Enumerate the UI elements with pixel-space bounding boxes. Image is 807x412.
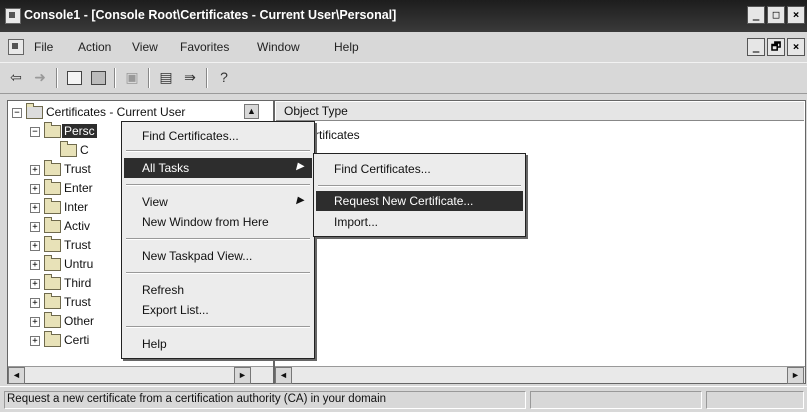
menu-bar: File Action View Favorites Window Help _…	[0, 34, 807, 60]
expand-icon[interactable]: +	[30, 298, 40, 308]
list-item-label: rtificates	[315, 128, 360, 142]
menu-action[interactable]: Action	[78, 40, 111, 54]
expand-icon[interactable]: +	[30, 317, 40, 327]
menu-help[interactable]: Help	[334, 40, 359, 54]
menu-file[interactable]: File	[34, 40, 53, 54]
maximize-button[interactable]: □	[767, 6, 785, 24]
tree-root[interactable]: − Certificates - Current User ▲	[8, 103, 268, 122]
child-close-button[interactable]: ×	[787, 38, 805, 56]
expand-icon[interactable]: +	[30, 241, 40, 251]
folder-icon	[44, 122, 61, 138]
details-horizontal-scrollbar[interactable]: ◄ ►	[275, 366, 805, 384]
folder-icon	[44, 293, 61, 309]
window-title: Console1 - [Console Root\Certificates - …	[24, 8, 397, 22]
menu-item-refresh[interactable]: Refresh	[124, 280, 312, 300]
tree-item-label: Enter	[64, 181, 93, 195]
menu-item-view[interactable]: View ▶	[124, 192, 312, 212]
back-icon[interactable]: ⇦	[6, 68, 26, 87]
menu-view[interactable]: View	[132, 40, 158, 54]
close-button[interactable]: ×	[787, 6, 805, 24]
context-menu: Find Certificates... All Tasks ▶ View ▶ Ne…	[121, 121, 315, 359]
status-bar: Request a new certificate from a certifi…	[0, 386, 807, 412]
tree-item-label: Trust	[64, 295, 91, 309]
export-icon[interactable]: ⇛	[180, 68, 200, 87]
submenu-arrow-icon: ▶	[296, 161, 304, 172]
scroll-right-icon[interactable]: ►	[787, 367, 804, 384]
menu-item-new-window-from-here[interactable]: New Window from Here	[124, 212, 312, 232]
folder-icon	[44, 312, 61, 328]
title-bar: Console1 - [Console Root\Certificates - …	[0, 0, 807, 32]
menu-favorites[interactable]: Favorites	[180, 40, 229, 54]
folder-icon	[44, 179, 61, 195]
scroll-left-icon[interactable]: ◄	[8, 367, 25, 384]
status-text-panel: Request a new certificate from a certifi…	[4, 391, 526, 409]
folder-icon	[44, 236, 61, 252]
column-header-label: Object Type	[284, 104, 348, 118]
expand-icon[interactable]: +	[30, 279, 40, 289]
collapse-icon[interactable]: −	[30, 127, 40, 137]
status-text: Request a new certificate from a certifi…	[7, 393, 387, 405]
tree-horizontal-scrollbar[interactable]: ◄ ►	[8, 366, 273, 384]
folder-icon	[44, 217, 61, 233]
expand-icon[interactable]: +	[30, 336, 40, 346]
all-tasks-submenu: Find Certificates... Request New Certifi…	[313, 153, 526, 237]
menu-item-help[interactable]: Help	[124, 334, 312, 354]
folder-icon	[44, 255, 61, 271]
expand-icon[interactable]: +	[30, 184, 40, 194]
certificate-store-icon	[26, 103, 43, 119]
scroll-left-icon[interactable]: ◄	[275, 367, 292, 384]
tree-item-label: Certi	[64, 333, 90, 347]
up-icon[interactable]	[64, 68, 84, 87]
help-icon[interactable]: ?	[214, 68, 234, 87]
expand-icon[interactable]: +	[30, 260, 40, 270]
tree-item-label: Persc	[62, 124, 97, 138]
tree-item-label: Other	[64, 314, 95, 328]
details-pane[interactable]: Object Type rtificates ◄ ►	[274, 100, 806, 384]
menu-item-new-taskpad-view[interactable]: New Taskpad View...	[124, 246, 312, 266]
tree-root-label: Certificates - Current User	[46, 105, 186, 119]
folder-icon	[44, 198, 61, 214]
tree-item-label: Inter	[64, 200, 89, 214]
submenu-arrow-icon: ▶	[296, 195, 304, 206]
minimize-button[interactable]: _	[747, 6, 765, 24]
tree-item-label: Activ	[64, 219, 91, 233]
forward-icon[interactable]: ➜	[30, 68, 50, 87]
expand-icon[interactable]: +	[30, 165, 40, 175]
scroll-right-icon[interactable]: ►	[234, 367, 251, 384]
submenu-item-request-new-certificate[interactable]: Request New Certificate...	[316, 191, 523, 211]
submenu-item-find-certificates[interactable]: Find Certificates...	[316, 159, 523, 179]
tree-item-label: C	[80, 143, 89, 157]
show-hide-tree-icon[interactable]	[88, 68, 108, 87]
folder-icon	[44, 331, 61, 347]
delete-icon[interactable]: ▣	[122, 68, 142, 87]
mmc-app-icon[interactable]	[5, 8, 21, 24]
status-panel	[706, 391, 804, 409]
folder-icon	[44, 160, 61, 176]
folder-icon	[60, 141, 77, 157]
column-header-object-type[interactable]: Object Type	[276, 102, 804, 121]
tree-item-label: Trust	[64, 162, 91, 176]
menu-window[interactable]: Window	[257, 40, 300, 54]
toolbar: ⇦ ➜ ▣ ▤ ⇛ ?	[0, 62, 807, 94]
menu-item-find-certificates[interactable]: Find Certificates...	[124, 126, 312, 146]
menu-item-all-tasks[interactable]: All Tasks ▶	[124, 158, 312, 178]
menu-item-export-list[interactable]: Export List...	[124, 300, 312, 320]
expand-icon[interactable]: +	[30, 222, 40, 232]
child-restore-button[interactable]: 🗗	[767, 38, 785, 56]
folder-icon	[44, 274, 61, 290]
submenu-item-import[interactable]: Import...	[316, 212, 523, 232]
collapse-icon[interactable]: −	[12, 108, 22, 118]
expand-icon[interactable]: +	[30, 203, 40, 213]
console-icon[interactable]	[8, 39, 24, 55]
tree-item-label: Untru	[64, 257, 94, 271]
tree-item-label: Trust	[64, 238, 91, 252]
tree-item-label: Third	[64, 276, 92, 290]
status-panel	[530, 391, 702, 409]
child-minimize-button[interactable]: _	[747, 38, 765, 56]
properties-icon[interactable]: ▤	[156, 68, 176, 87]
scroll-up-icon[interactable]: ▲	[244, 104, 259, 119]
